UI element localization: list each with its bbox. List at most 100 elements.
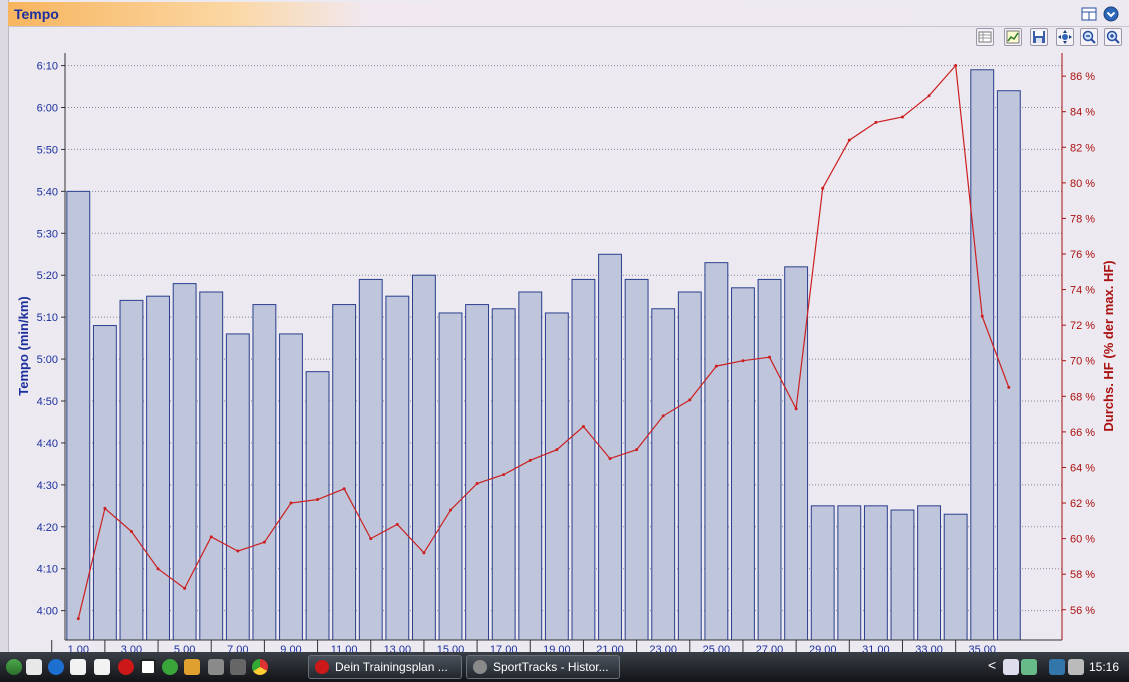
tempo-bar[interactable] bbox=[837, 505, 862, 641]
tempo-bar[interactable] bbox=[677, 291, 702, 641]
hr-point bbox=[608, 457, 612, 461]
hr-point bbox=[821, 186, 825, 190]
tempo-bar[interactable] bbox=[438, 312, 463, 641]
x-tick-label: 21.00 bbox=[596, 644, 624, 652]
hr-point bbox=[262, 540, 266, 544]
hr-point bbox=[688, 398, 692, 402]
tempo-chart[interactable]: 4:00 4:10 4:20 4:30 4:40 4:50 5:00 5:10 5:20 5:30… bbox=[0, 0, 1129, 652]
tempo-bar[interactable] bbox=[757, 278, 782, 641]
x-tick-label: 5.00 bbox=[174, 644, 195, 652]
hr-point bbox=[395, 522, 399, 526]
opera-icon[interactable] bbox=[118, 659, 134, 675]
left-tick-label: 4:00 bbox=[37, 606, 58, 618]
x-tick-label: 27.00 bbox=[756, 644, 784, 652]
x-tick-label: 25.00 bbox=[703, 644, 731, 652]
tempo-bar[interactable] bbox=[731, 287, 755, 641]
tempo-bar[interactable] bbox=[943, 513, 968, 641]
tempo-bar[interactable] bbox=[651, 308, 676, 641]
tempo-bar[interactable] bbox=[598, 253, 622, 641]
right-tick-label: 76 % bbox=[1070, 249, 1095, 261]
hr-point bbox=[714, 364, 718, 368]
left-tick-label: 6:10 bbox=[37, 61, 58, 73]
tempo-bar[interactable] bbox=[544, 312, 569, 641]
left-tick-label: 4:30 bbox=[37, 480, 58, 492]
x-tick-label: 17.00 bbox=[490, 644, 518, 652]
tempo-bar[interactable] bbox=[332, 304, 357, 641]
pdf-icon[interactable] bbox=[94, 659, 110, 675]
scissors-icon[interactable] bbox=[230, 659, 246, 675]
tempo-bar[interactable] bbox=[225, 333, 250, 641]
window-icon[interactable] bbox=[140, 659, 156, 675]
tempo-bar[interactable] bbox=[810, 505, 835, 641]
tempo-bar[interactable] bbox=[863, 505, 888, 641]
taskbar-task-sporttracks[interactable]: SportTracks - Histor... bbox=[466, 655, 620, 679]
tempo-bar[interactable] bbox=[199, 291, 224, 641]
right-axis-ticks: 56 % 58 % 60 % 62 % 64 % 66 % 68 % 70 % 72 % 74 %… bbox=[1062, 71, 1095, 617]
tempo-bar[interactable] bbox=[172, 283, 197, 641]
tempo-bar[interactable] bbox=[119, 299, 144, 641]
tempo-bar[interactable] bbox=[385, 295, 410, 641]
hr-point bbox=[847, 138, 851, 142]
tempo-bar[interactable] bbox=[518, 291, 543, 641]
hr-point bbox=[794, 407, 798, 411]
right-tick-label: 84 % bbox=[1070, 107, 1095, 119]
hr-point bbox=[635, 448, 639, 452]
right-tick-label: 80 % bbox=[1070, 178, 1095, 190]
tempo-bar[interactable] bbox=[358, 278, 383, 641]
tempo-bar[interactable] bbox=[784, 266, 809, 641]
right-axis-label: Durchs. HF (% der max. HF) bbox=[1101, 260, 1116, 431]
tempo-bar[interactable] bbox=[279, 333, 303, 641]
tempo-bar[interactable] bbox=[146, 295, 170, 641]
tempo-bar[interactable] bbox=[970, 69, 995, 641]
hr-point bbox=[980, 314, 984, 318]
browser-icon[interactable] bbox=[48, 659, 64, 675]
chrome-icon[interactable] bbox=[252, 659, 268, 675]
document-icon[interactable] bbox=[70, 659, 86, 675]
tempo-bar[interactable] bbox=[917, 505, 941, 641]
tempo-bar[interactable] bbox=[465, 304, 490, 641]
volume-icon[interactable] bbox=[1068, 659, 1084, 675]
tray-app-icon[interactable] bbox=[1003, 659, 1019, 675]
tempo-bar[interactable] bbox=[571, 278, 596, 641]
left-axis-ticks: 4:00 4:10 4:20 4:30 4:40 4:50 5:00 5:10 5:20 5:30… bbox=[37, 61, 65, 618]
x-tick-label: 15.00 bbox=[437, 644, 465, 652]
x-tick-label: 35.00 bbox=[968, 644, 996, 652]
tempo-bar[interactable] bbox=[66, 190, 91, 641]
left-tick-label: 4:10 bbox=[37, 564, 58, 576]
left-axis-label: Tempo (min/km) bbox=[16, 296, 31, 395]
taskbar-task-trainingsplan[interactable]: Dein Trainingsplan ... bbox=[308, 655, 462, 679]
right-tick-label: 66 % bbox=[1070, 427, 1095, 439]
tempo-bar[interactable] bbox=[252, 304, 277, 641]
hr-point bbox=[874, 120, 878, 124]
taskbar: Dein Trainingsplan ... SportTracks - His… bbox=[0, 652, 1129, 682]
right-tick-label: 60 % bbox=[1070, 534, 1095, 546]
tempo-bar[interactable] bbox=[624, 278, 649, 641]
hr-point bbox=[156, 567, 160, 571]
hr-point bbox=[342, 487, 346, 491]
hr-point bbox=[316, 497, 320, 501]
hr-point bbox=[422, 551, 426, 555]
network-icon[interactable] bbox=[1049, 659, 1065, 675]
sporttracks-icon[interactable] bbox=[208, 659, 224, 675]
tempo-bar[interactable] bbox=[704, 262, 729, 641]
hr-point bbox=[954, 63, 958, 67]
recycle-icon[interactable] bbox=[162, 659, 178, 675]
hr-point bbox=[900, 115, 904, 119]
hr-point bbox=[76, 617, 80, 621]
left-tick-label: 6:00 bbox=[37, 103, 58, 115]
folder-icon[interactable] bbox=[184, 659, 200, 675]
x-tick-label: 31.00 bbox=[862, 644, 890, 652]
tempo-bar[interactable] bbox=[411, 274, 436, 641]
right-tick-label: 70 % bbox=[1070, 356, 1095, 368]
desktop-icon[interactable] bbox=[26, 659, 42, 675]
hr-point bbox=[661, 414, 665, 418]
right-tick-label: 72 % bbox=[1070, 320, 1095, 332]
tempo-bar[interactable] bbox=[92, 325, 117, 641]
start-icon[interactable] bbox=[6, 659, 22, 675]
tempo-bar[interactable] bbox=[890, 509, 915, 641]
hr-point bbox=[369, 537, 373, 541]
tempo-bar[interactable] bbox=[305, 371, 330, 641]
tray-photo-icon[interactable] bbox=[1021, 659, 1037, 675]
x-tick-label: 9.00 bbox=[280, 644, 301, 652]
chevron-left-icon[interactable]: < bbox=[988, 657, 998, 673]
